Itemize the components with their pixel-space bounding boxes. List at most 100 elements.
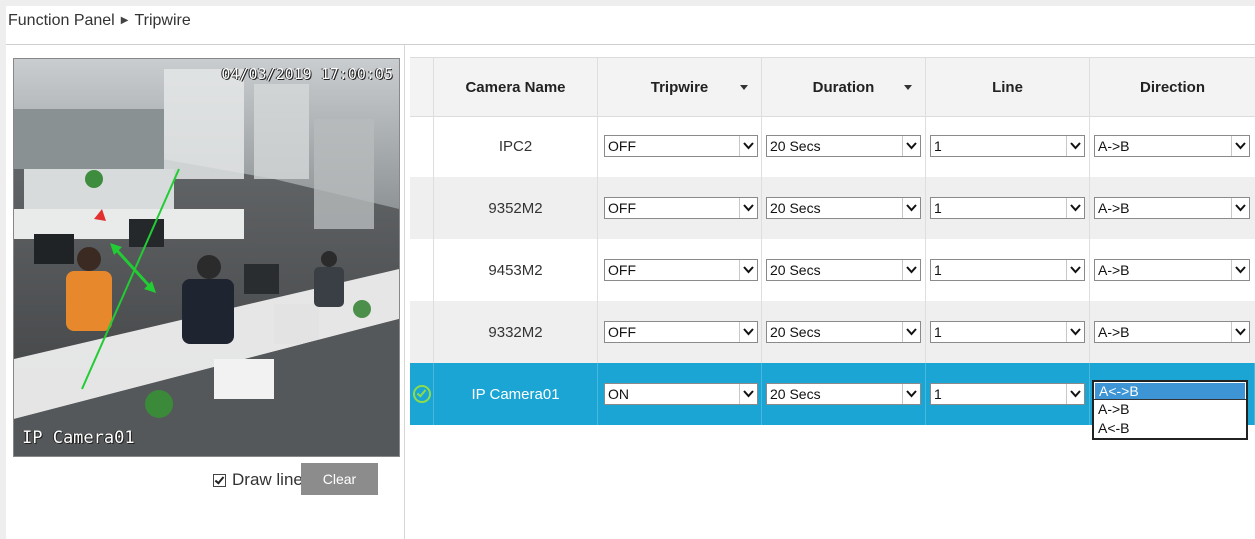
- chevron-down-icon[interactable]: [739, 136, 757, 156]
- draw-line-label: Draw line: [232, 470, 303, 489]
- chevron-down-icon[interactable]: [1066, 322, 1084, 342]
- row-select-cell[interactable]: [410, 239, 434, 301]
- line-select[interactable]: 1: [930, 259, 1085, 281]
- line-select[interactable]: 1: [930, 135, 1085, 157]
- direction-value: A->B: [1098, 324, 1130, 340]
- row-select-cell[interactable]: [410, 301, 434, 363]
- camera-name: IPC2: [498, 137, 533, 155]
- chevron-down-icon[interactable]: [902, 136, 920, 156]
- chevron-down-icon[interactable]: [1066, 384, 1084, 404]
- header-direction: Direction: [1090, 58, 1255, 116]
- duration-cell: 20 Secs: [762, 363, 926, 425]
- breadcrumb-root[interactable]: Function Panel: [8, 12, 115, 29]
- line-cell: 1: [926, 239, 1090, 301]
- row-select-cell[interactable]: [410, 177, 434, 239]
- line-cell: 1: [926, 363, 1090, 425]
- chevron-down-icon[interactable]: [902, 384, 920, 404]
- chevron-down-icon[interactable]: [1066, 198, 1084, 218]
- duration-select[interactable]: 20 Secs: [766, 135, 921, 157]
- direction-select[interactable]: A->B: [1094, 197, 1250, 219]
- caret-down-icon[interactable]: [904, 85, 912, 90]
- line-select[interactable]: 1: [930, 321, 1085, 343]
- chevron-down-icon[interactable]: [902, 322, 920, 342]
- camera-name-cell: 9352M2: [434, 177, 598, 239]
- table-row[interactable]: 9352M2 OFF 20 Secs 1 A->B: [410, 177, 1255, 239]
- camera-name-cell: 9332M2: [434, 301, 598, 363]
- direction-select[interactable]: A->B: [1094, 259, 1250, 281]
- header-duration[interactable]: Duration: [762, 58, 926, 116]
- breadcrumb-current: Tripwire: [134, 12, 191, 29]
- tripwire-value: OFF: [608, 324, 636, 340]
- tripwire-cell: ON: [598, 363, 762, 425]
- chevron-down-icon[interactable]: [902, 260, 920, 280]
- check-circle-icon: [412, 385, 431, 403]
- direction-cell: A->B: [1090, 301, 1255, 363]
- chevron-down-icon[interactable]: [739, 198, 757, 218]
- header-duration-label: Duration: [812, 78, 875, 96]
- line-select[interactable]: 1: [930, 383, 1085, 405]
- draw-line-toggle[interactable]: Draw line: [213, 466, 303, 494]
- header-camera-name: Camera Name: [434, 58, 598, 116]
- chevron-down-icon[interactable]: [1066, 136, 1084, 156]
- camera-name: 9453M2: [488, 261, 543, 279]
- tripwire-select[interactable]: OFF: [604, 321, 758, 343]
- chevron-down-icon[interactable]: [1231, 136, 1249, 156]
- direction-option-b-to-a[interactable]: A<-B: [1094, 419, 1246, 438]
- tripwire-cell: OFF: [598, 301, 762, 363]
- header-tripwire[interactable]: Tripwire: [598, 58, 762, 116]
- chevron-down-icon[interactable]: [739, 260, 757, 280]
- duration-cell: 20 Secs: [762, 239, 926, 301]
- direction-select[interactable]: A->B: [1094, 321, 1250, 343]
- duration-select[interactable]: 20 Secs: [766, 321, 921, 343]
- line-value: 1: [934, 386, 942, 402]
- caret-down-icon[interactable]: [740, 85, 748, 90]
- duration-value: 20 Secs: [770, 324, 821, 340]
- top-strip: [0, 0, 1255, 6]
- chevron-down-icon[interactable]: [1231, 198, 1249, 218]
- duration-cell: 20 Secs: [762, 177, 926, 239]
- chevron-down-icon[interactable]: [1231, 260, 1249, 280]
- breadcrumb: Function Panel ▶ Tripwire: [8, 10, 191, 32]
- timestamp-overlay: 04/03/2019 17:00:05: [221, 65, 393, 83]
- tripwire-select[interactable]: OFF: [604, 259, 758, 281]
- tripwire-value: OFF: [608, 262, 636, 278]
- chevron-down-icon[interactable]: [1231, 322, 1249, 342]
- chevron-down-icon[interactable]: [1066, 260, 1084, 280]
- header-camera-name-label: Camera Name: [465, 78, 566, 96]
- direction-option-both[interactable]: A<->B: [1095, 383, 1245, 399]
- tripwire-select[interactable]: OFF: [604, 197, 758, 219]
- line-value: 1: [934, 138, 942, 154]
- video-preview[interactable]: 04/03/2019 17:00:05 IP Camera01: [13, 58, 400, 457]
- duration-cell: 20 Secs: [762, 115, 926, 177]
- duration-select[interactable]: 20 Secs: [766, 383, 921, 405]
- draw-line-checkbox[interactable]: [213, 473, 226, 487]
- camera-name-cell: 9453M2: [434, 239, 598, 301]
- direction-cell: A->B: [1090, 115, 1255, 177]
- row-select-cell[interactable]: [410, 115, 434, 177]
- chevron-down-icon[interactable]: [739, 322, 757, 342]
- direction-option-a-to-b[interactable]: A->B: [1094, 399, 1246, 419]
- direction-value: A->B: [1098, 138, 1130, 154]
- chevron-down-icon[interactable]: [739, 384, 757, 404]
- breadcrumb-separator-icon: ▶: [120, 15, 129, 26]
- line-select[interactable]: 1: [930, 197, 1085, 219]
- duration-value: 20 Secs: [770, 386, 821, 402]
- tripwire-value: ON: [608, 386, 629, 402]
- duration-value: 20 Secs: [770, 262, 821, 278]
- chevron-down-icon[interactable]: [902, 198, 920, 218]
- table-row[interactable]: 9332M2 OFF 20 Secs 1 A->B: [410, 301, 1255, 363]
- table-row[interactable]: IPC2 OFF 20 Secs 1 A->B: [410, 115, 1255, 177]
- duration-select[interactable]: 20 Secs: [766, 259, 921, 281]
- table-row[interactable]: 9453M2 OFF 20 Secs 1 A->B: [410, 239, 1255, 301]
- row-select-cell[interactable]: [410, 363, 434, 425]
- tripwire-select[interactable]: ON: [604, 383, 758, 405]
- duration-select[interactable]: 20 Secs: [766, 197, 921, 219]
- direction-dropdown-open[interactable]: A<->B A->B A<-B: [1092, 380, 1248, 440]
- direction-select[interactable]: A->B: [1094, 135, 1250, 157]
- line-cell: 1: [926, 115, 1090, 177]
- clear-button[interactable]: Clear: [301, 463, 378, 495]
- camera-name: 9352M2: [488, 199, 543, 217]
- line-value: 1: [934, 262, 942, 278]
- tripwire-select[interactable]: OFF: [604, 135, 758, 157]
- camera-name-cell: IPC2: [434, 115, 598, 177]
